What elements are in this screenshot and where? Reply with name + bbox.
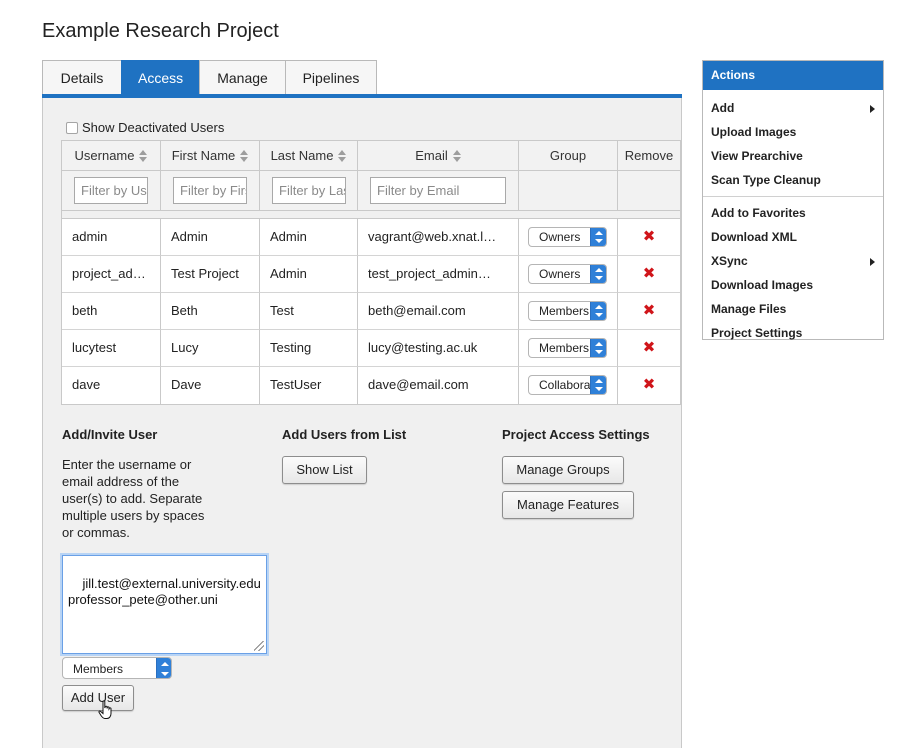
column-header-first-name[interactable]: First Name bbox=[161, 141, 260, 171]
select-arrows-icon bbox=[590, 228, 606, 246]
show-list-button[interactable]: Show List bbox=[282, 456, 367, 484]
username-cell: admin bbox=[62, 219, 161, 256]
table-row: dave Dave TestUser dave@email.com Collab… bbox=[62, 367, 680, 404]
column-header-remove: Remove bbox=[618, 141, 680, 171]
submenu-arrow-icon bbox=[870, 258, 875, 266]
filter-row: Filter by Username Filter by First Name … bbox=[62, 171, 680, 211]
group-select[interactable]: Owners bbox=[528, 227, 607, 247]
manage-groups-button[interactable]: Manage Groups bbox=[502, 456, 624, 484]
user-access-table: Username First Name Last Name Email Grou… bbox=[61, 140, 681, 405]
add-from-list-title: Add Users from List bbox=[282, 427, 407, 442]
page-title: Example Research Project bbox=[42, 20, 279, 42]
group-select[interactable]: Collaborators bbox=[528, 375, 607, 395]
action-view-prearchive[interactable]: View Prearchive bbox=[703, 144, 883, 168]
new-user-group-select[interactable]: Members bbox=[62, 657, 172, 679]
action-project-settings[interactable]: Project Settings bbox=[703, 321, 883, 345]
manage-features-button[interactable]: Manage Features bbox=[502, 491, 634, 519]
table-row: admin Admin Admin vagrant@web.xnat.l… Ow… bbox=[62, 219, 680, 256]
sort-icon bbox=[452, 150, 461, 162]
select-arrows-icon bbox=[156, 658, 171, 678]
submenu-arrow-icon bbox=[870, 105, 875, 113]
last-name-cell: Admin bbox=[260, 256, 358, 293]
menu-divider bbox=[703, 196, 883, 197]
access-settings-title: Project Access Settings bbox=[502, 427, 650, 442]
tab-pipelines[interactable]: Pipelines bbox=[285, 60, 377, 95]
add-invite-help: Enter the username or email address of t… bbox=[62, 457, 205, 540]
action-download-images[interactable]: Download Images bbox=[703, 273, 883, 297]
email-cell: test_project_admin… bbox=[358, 256, 519, 293]
sort-icon bbox=[338, 150, 347, 162]
group-select[interactable]: Members bbox=[528, 338, 607, 358]
action-xsync[interactable]: XSync bbox=[703, 249, 883, 273]
group-select[interactable]: Owners bbox=[528, 264, 607, 284]
filter-first-name-input[interactable]: Filter by First Name bbox=[173, 177, 247, 204]
first-name-cell: Lucy bbox=[161, 330, 260, 367]
resize-handle-icon[interactable] bbox=[254, 641, 264, 651]
column-header-group: Group bbox=[519, 141, 618, 171]
email-cell: beth@email.com bbox=[358, 293, 519, 330]
table-row: beth Beth Test beth@email.com Members ✖ bbox=[62, 293, 680, 330]
table-row: lucytest Lucy Testing lucy@testing.ac.uk… bbox=[62, 330, 680, 367]
invite-users-textarea[interactable]: jill.test@external.university.edu profes… bbox=[62, 555, 267, 654]
username-cell: lucytest bbox=[62, 330, 161, 367]
column-header-last-name[interactable]: Last Name bbox=[260, 141, 358, 171]
sort-icon bbox=[240, 150, 249, 162]
access-panel: Show Deactivated Users Username First Na… bbox=[42, 98, 682, 748]
remove-user-icon[interactable]: ✖ bbox=[643, 228, 656, 245]
email-cell: lucy@testing.ac.uk bbox=[358, 330, 519, 367]
action-scan-type-cleanup[interactable]: Scan Type Cleanup bbox=[703, 168, 883, 192]
first-name-cell: Beth bbox=[161, 293, 260, 330]
last-name-cell: Test bbox=[260, 293, 358, 330]
remove-user-icon[interactable]: ✖ bbox=[643, 339, 656, 356]
show-deactivated-checkbox[interactable] bbox=[66, 121, 78, 134]
first-name-cell: Admin bbox=[161, 219, 260, 256]
remove-user-icon[interactable]: ✖ bbox=[643, 265, 656, 282]
action-upload-images[interactable]: Upload Images bbox=[703, 120, 883, 144]
remove-user-icon[interactable]: ✖ bbox=[643, 302, 656, 319]
select-arrows-icon bbox=[590, 302, 606, 320]
tab-bar: Details Access Manage Pipelines bbox=[42, 60, 377, 95]
tab-details[interactable]: Details bbox=[42, 60, 122, 95]
username-cell: project_ad… bbox=[62, 256, 161, 293]
filter-username-input[interactable]: Filter by Username bbox=[74, 177, 148, 204]
filter-last-name-input[interactable]: Filter by Last Name bbox=[272, 177, 346, 204]
column-header-username[interactable]: Username bbox=[62, 141, 161, 171]
action-add-to-favorites[interactable]: Add to Favorites bbox=[703, 201, 883, 225]
username-cell: beth bbox=[62, 293, 161, 330]
username-cell: dave bbox=[62, 367, 161, 404]
email-cell: vagrant@web.xnat.l… bbox=[358, 219, 519, 256]
select-arrows-icon bbox=[590, 265, 606, 283]
actions-menu: Actions Add Upload Images View Prearchiv… bbox=[702, 60, 884, 340]
remove-user-icon[interactable]: ✖ bbox=[643, 376, 656, 393]
tab-access[interactable]: Access bbox=[121, 60, 200, 95]
table-spacer bbox=[62, 211, 680, 219]
action-manage-files[interactable]: Manage Files bbox=[703, 297, 883, 321]
select-arrows-icon bbox=[590, 339, 606, 357]
actions-title: Actions bbox=[703, 61, 883, 90]
action-add[interactable]: Add bbox=[703, 96, 883, 120]
show-deactivated-label: Show Deactivated Users bbox=[82, 120, 225, 135]
first-name-cell: Dave bbox=[161, 367, 260, 404]
email-cell: dave@email.com bbox=[358, 367, 519, 404]
filter-email-input[interactable]: Filter by Email bbox=[370, 177, 506, 204]
tab-manage[interactable]: Manage bbox=[199, 60, 286, 95]
column-header-email[interactable]: Email bbox=[358, 141, 519, 171]
group-select[interactable]: Members bbox=[528, 301, 607, 321]
add-invite-title: Add/Invite User bbox=[62, 427, 158, 442]
table-header-row: Username First Name Last Name Email Grou… bbox=[62, 141, 680, 171]
last-name-cell: Testing bbox=[260, 330, 358, 367]
last-name-cell: Admin bbox=[260, 219, 358, 256]
action-download-xml[interactable]: Download XML bbox=[703, 225, 883, 249]
table-row: project_ad… Test Project Admin test_proj… bbox=[62, 256, 680, 293]
sort-icon bbox=[139, 150, 148, 162]
select-arrows-icon bbox=[590, 376, 606, 394]
hand-pointer-icon bbox=[98, 700, 112, 719]
first-name-cell: Test Project bbox=[161, 256, 260, 293]
last-name-cell: TestUser bbox=[260, 367, 358, 404]
show-deactivated-toggle[interactable]: Show Deactivated Users bbox=[66, 120, 224, 135]
